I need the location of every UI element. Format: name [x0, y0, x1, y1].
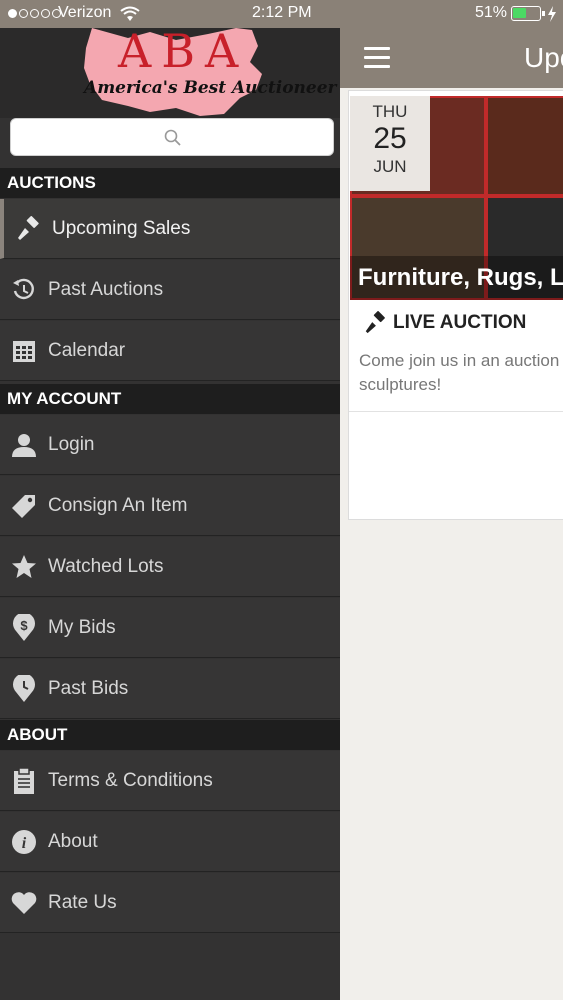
sidebar-item-label: Login [48, 433, 95, 455]
menu-button[interactable] [364, 47, 390, 69]
sidebar-item-label: Rate Us [48, 891, 117, 913]
charging-icon [548, 6, 556, 22]
logo-title: ABA [118, 28, 249, 78]
logo-tagline: America's Best Auctioneer [84, 78, 337, 98]
carrier: Verizon [58, 4, 112, 21]
sidebar-item-my-bids[interactable]: $ My Bids [0, 598, 340, 658]
date-month: JUN [373, 157, 407, 176]
date-day: 25 [373, 122, 407, 155]
sidebar-item-label: About [48, 830, 98, 852]
wifi-icon [120, 6, 140, 21]
date-dow: THU [372, 102, 408, 121]
sidebar-item-about[interactable]: i About [0, 812, 340, 872]
auction-title: Furniture, Rugs, L [350, 256, 563, 300]
auction-type: LIVE AUCTION [363, 311, 526, 335]
section-about: ABOUT [0, 720, 340, 750]
signal-icon [8, 9, 61, 18]
status-bar: Verizon 2:12 PM 51% [0, 0, 563, 28]
sidebar-item-login[interactable]: Login [0, 415, 340, 475]
auction-card[interactable]: THU 25 JUN Furniture, Rugs, L LIVE AUCTI… [348, 90, 563, 520]
sidebar-item-rate-us[interactable]: Rate Us [0, 873, 340, 933]
main-panel: Upc THU 25 JUN Furniture, Rugs, L LIVE A… [340, 28, 563, 1000]
clock-pin-icon [13, 674, 35, 702]
search-input[interactable] [10, 118, 334, 156]
heart-icon [11, 891, 37, 914]
sidebar-item-calendar[interactable]: Calendar [0, 321, 340, 381]
page-title: Upc [524, 42, 563, 73]
auction-description: Come join us in an auction sculptures! [359, 351, 560, 394]
sidebar-item-past-bids[interactable]: Past Bids [0, 659, 340, 719]
svg-text:$: $ [20, 618, 28, 633]
logo: ABA America's Best Auctioneer [0, 28, 340, 118]
sidebar-item-consign[interactable]: Consign An Item [0, 476, 340, 536]
info-icon: i [12, 829, 36, 854]
sidebar-item-label: Upcoming Sales [52, 217, 191, 239]
sidebar-item-label: Calendar [48, 339, 126, 361]
nav-bar: Upc [340, 28, 563, 88]
sidebar-item-watched-lots[interactable]: Watched Lots [0, 537, 340, 597]
sidebar-item-label: My Bids [48, 616, 116, 638]
sidebar-item-terms[interactable]: Terms & Conditions [0, 751, 340, 811]
battery-percent: 51% [475, 4, 508, 21]
sidebar-item-label: Past Auctions [48, 278, 164, 300]
user-icon [12, 433, 36, 457]
star-icon [12, 554, 36, 578]
search-icon [164, 129, 181, 146]
sidebar-item-past-auctions[interactable]: Past Auctions [0, 260, 340, 320]
tag-icon [12, 494, 35, 518]
sidebar: ABA America's Best Auctioneer AUCTIONS U… [0, 28, 340, 1000]
divider [349, 411, 563, 412]
clipboard-icon [14, 766, 34, 794]
clock: 2:12 PM [252, 4, 312, 21]
gavel-icon [365, 311, 385, 334]
gavel-icon [18, 215, 39, 240]
section-auctions: AUCTIONS [0, 168, 340, 198]
sidebar-item-label: Consign An Item [48, 494, 188, 516]
svg-text:i: i [22, 835, 27, 852]
sidebar-item-label: Terms & Conditions [48, 769, 213, 791]
sidebar-item-label: Watched Lots [48, 555, 164, 577]
history-icon [13, 278, 34, 299]
calendar-icon [13, 340, 35, 362]
auction-type-label: LIVE AUCTION [393, 312, 527, 333]
sidebar-item-upcoming-sales[interactable]: Upcoming Sales [0, 199, 340, 259]
battery-icon [511, 6, 545, 21]
dollar-pin-icon: $ [13, 613, 35, 641]
photo-cabinet [486, 96, 563, 196]
sidebar-item-label: Past Bids [48, 677, 129, 699]
section-my-account: MY ACCOUNT [0, 384, 340, 414]
date-badge: THU 25 JUN [350, 96, 430, 191]
